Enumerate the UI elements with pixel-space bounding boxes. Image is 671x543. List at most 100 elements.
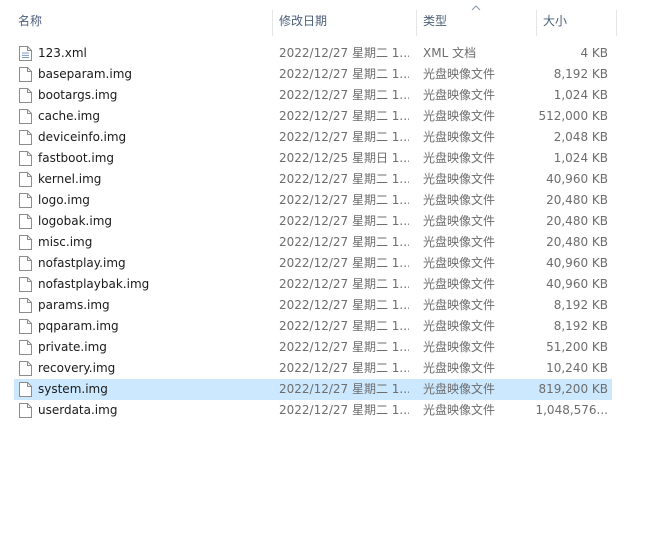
file-size: 8,192 KB: [553, 319, 608, 333]
file-name: kernel.img: [38, 172, 102, 186]
file-type: 光盘映像文件: [423, 298, 496, 312]
sort-ascending-icon: [471, 5, 481, 11]
disc-image-file-icon: [19, 67, 32, 82]
file-name: fastboot.img: [38, 151, 114, 165]
file-explorer: 名称 修改日期 类型 大小 123.xml 2022/12/27 星期二 1...…: [0, 0, 671, 543]
disc-image-file-icon: [19, 193, 32, 208]
file-name: recovery.img: [38, 361, 116, 375]
file-modified-date: 2022/12/27 星期二 1...: [279, 67, 409, 81]
column-header-date-label: 修改日期: [279, 14, 328, 28]
file-row[interactable]: fastboot.img 2022/12/25 星期日 1... 光盘映像文件 1,0…: [14, 148, 612, 169]
file-type: 光盘映像文件: [423, 235, 496, 249]
column-header-name-label: 名称: [18, 14, 43, 28]
file-modified-date: 2022/12/27 星期二 1...: [279, 256, 409, 270]
disc-image-file-icon: [19, 340, 32, 355]
file-row[interactable]: logobak.img 2022/12/27 星期二 1... 光盘映像文件 20,4…: [14, 211, 612, 232]
file-row[interactable]: 123.xml 2022/12/27 星期二 1... XML 文档 4 KB: [14, 43, 612, 64]
disc-image-file-icon: [19, 256, 32, 271]
file-size: 10,240 KB: [546, 361, 608, 375]
file-row[interactable]: private.img 2022/12/27 星期二 1... 光盘映像文件 51,2…: [14, 337, 612, 358]
file-modified-date: 2022/12/27 星期二 1...: [279, 403, 409, 417]
file-size: 8,192 KB: [553, 67, 608, 81]
file-row[interactable]: misc.img 2022/12/27 星期二 1... 光盘映像文件 20,480 …: [14, 232, 612, 253]
file-row[interactable]: params.img 2022/12/27 星期二 1... 光盘映像文件 8,192…: [14, 295, 612, 316]
disc-image-file-icon: [19, 298, 32, 313]
file-modified-date: 2022/12/27 星期二 1...: [279, 172, 409, 186]
file-name: cache.img: [38, 109, 100, 123]
file-type: 光盘映像文件: [423, 256, 496, 270]
disc-image-file-icon: [19, 382, 32, 397]
file-name: nofastplay.img: [38, 256, 126, 270]
file-size: 1,024 KB: [553, 88, 608, 102]
file-size: 1,048,576...: [535, 403, 608, 417]
file-size: 20,480 KB: [546, 193, 608, 207]
file-type: 光盘映像文件: [423, 172, 496, 186]
file-modified-date: 2022/12/27 星期二 1...: [279, 46, 409, 60]
file-type: 光盘映像文件: [423, 67, 496, 81]
file-modified-date: 2022/12/27 星期二 1...: [279, 130, 409, 144]
file-name: userdata.img: [38, 403, 118, 417]
disc-image-file-icon: [19, 172, 32, 187]
file-type: 光盘映像文件: [423, 109, 496, 123]
file-size: 40,960 KB: [546, 172, 608, 186]
disc-image-file-icon: [19, 277, 32, 292]
disc-image-file-icon: [19, 235, 32, 250]
file-row[interactable]: bootargs.img 2022/12/27 星期二 1... 光盘映像文件 1,0…: [14, 85, 612, 106]
column-header-name[interactable]: 名称: [12, 0, 270, 41]
file-row[interactable]: userdata.img 2022/12/27 星期二 1... 光盘映像文件 1,0…: [14, 400, 612, 421]
column-header-date[interactable]: 修改日期: [273, 0, 415, 41]
file-modified-date: 2022/12/27 星期二 1...: [279, 214, 409, 228]
file-size: 819,200 KB: [538, 382, 608, 396]
column-header-size[interactable]: 大小: [537, 0, 615, 41]
file-row[interactable]: pqparam.img 2022/12/27 星期二 1... 光盘映像文件 8,19…: [14, 316, 612, 337]
file-modified-date: 2022/12/27 星期二 1...: [279, 319, 409, 333]
column-divider[interactable]: [616, 10, 617, 36]
file-modified-date: 2022/12/27 星期二 1...: [279, 277, 409, 291]
file-size: 40,960 KB: [546, 277, 608, 291]
file-type: 光盘映像文件: [423, 130, 496, 144]
file-name: deviceinfo.img: [38, 130, 127, 144]
file-type: 光盘映像文件: [423, 151, 496, 165]
file-row[interactable]: nofastplaybak.img 2022/12/27 星期二 1... 光盘映像…: [14, 274, 612, 295]
column-header-bar: 名称 修改日期 类型 大小: [0, 0, 671, 41]
file-row[interactable]: recovery.img 2022/12/27 星期二 1... 光盘映像文件 10,…: [14, 358, 612, 379]
file-modified-date: 2022/12/27 星期二 1...: [279, 361, 409, 375]
file-type: 光盘映像文件: [423, 340, 496, 354]
file-modified-date: 2022/12/27 星期二 1...: [279, 193, 409, 207]
file-row[interactable]: logo.img 2022/12/27 星期二 1... 光盘映像文件 20,480 …: [14, 190, 612, 211]
file-row[interactable]: system.img 2022/12/27 星期二 1... 光盘映像文件 819,2…: [14, 379, 612, 400]
file-size: 4 KB: [580, 46, 608, 60]
file-size: 20,480 KB: [546, 235, 608, 249]
file-type: 光盘映像文件: [423, 193, 496, 207]
xml-file-icon: [19, 46, 32, 61]
disc-image-file-icon: [19, 214, 32, 229]
file-name: params.img: [38, 298, 110, 312]
disc-image-file-icon: [19, 151, 32, 166]
file-type: 光盘映像文件: [423, 319, 496, 333]
file-size: 2,048 KB: [553, 130, 608, 144]
file-size: 8,192 KB: [553, 298, 608, 312]
file-name: system.img: [38, 382, 108, 396]
file-row[interactable]: baseparam.img 2022/12/27 星期二 1... 光盘映像文件 8,…: [14, 64, 612, 85]
file-row[interactable]: nofastplay.img 2022/12/27 星期二 1... 光盘映像文件 4…: [14, 253, 612, 274]
disc-image-file-icon: [19, 319, 32, 334]
file-type: 光盘映像文件: [423, 403, 496, 417]
file-type: 光盘映像文件: [423, 88, 496, 102]
file-name: baseparam.img: [38, 67, 133, 81]
file-modified-date: 2022/12/27 星期二 1...: [279, 235, 409, 249]
file-name: bootargs.img: [38, 88, 118, 102]
file-modified-date: 2022/12/27 星期二 1...: [279, 88, 409, 102]
file-row[interactable]: cache.img 2022/12/27 星期二 1... 光盘映像文件 512,00…: [14, 106, 612, 127]
file-name: pqparam.img: [38, 319, 119, 333]
file-row[interactable]: deviceinfo.img 2022/12/27 星期二 1... 光盘映像文件 2…: [14, 127, 612, 148]
file-row[interactable]: kernel.img 2022/12/27 星期二 1... 光盘映像文件 40,96…: [14, 169, 612, 190]
file-type: 光盘映像文件: [423, 361, 496, 375]
disc-image-file-icon: [19, 130, 32, 145]
file-type: 光盘映像文件: [423, 214, 496, 228]
column-header-size-label: 大小: [543, 14, 568, 28]
file-size: 20,480 KB: [546, 214, 608, 228]
file-name: logo.img: [38, 193, 90, 207]
file-modified-date: 2022/12/27 星期二 1...: [279, 109, 409, 123]
file-name: misc.img: [38, 235, 93, 249]
disc-image-file-icon: [19, 88, 32, 103]
